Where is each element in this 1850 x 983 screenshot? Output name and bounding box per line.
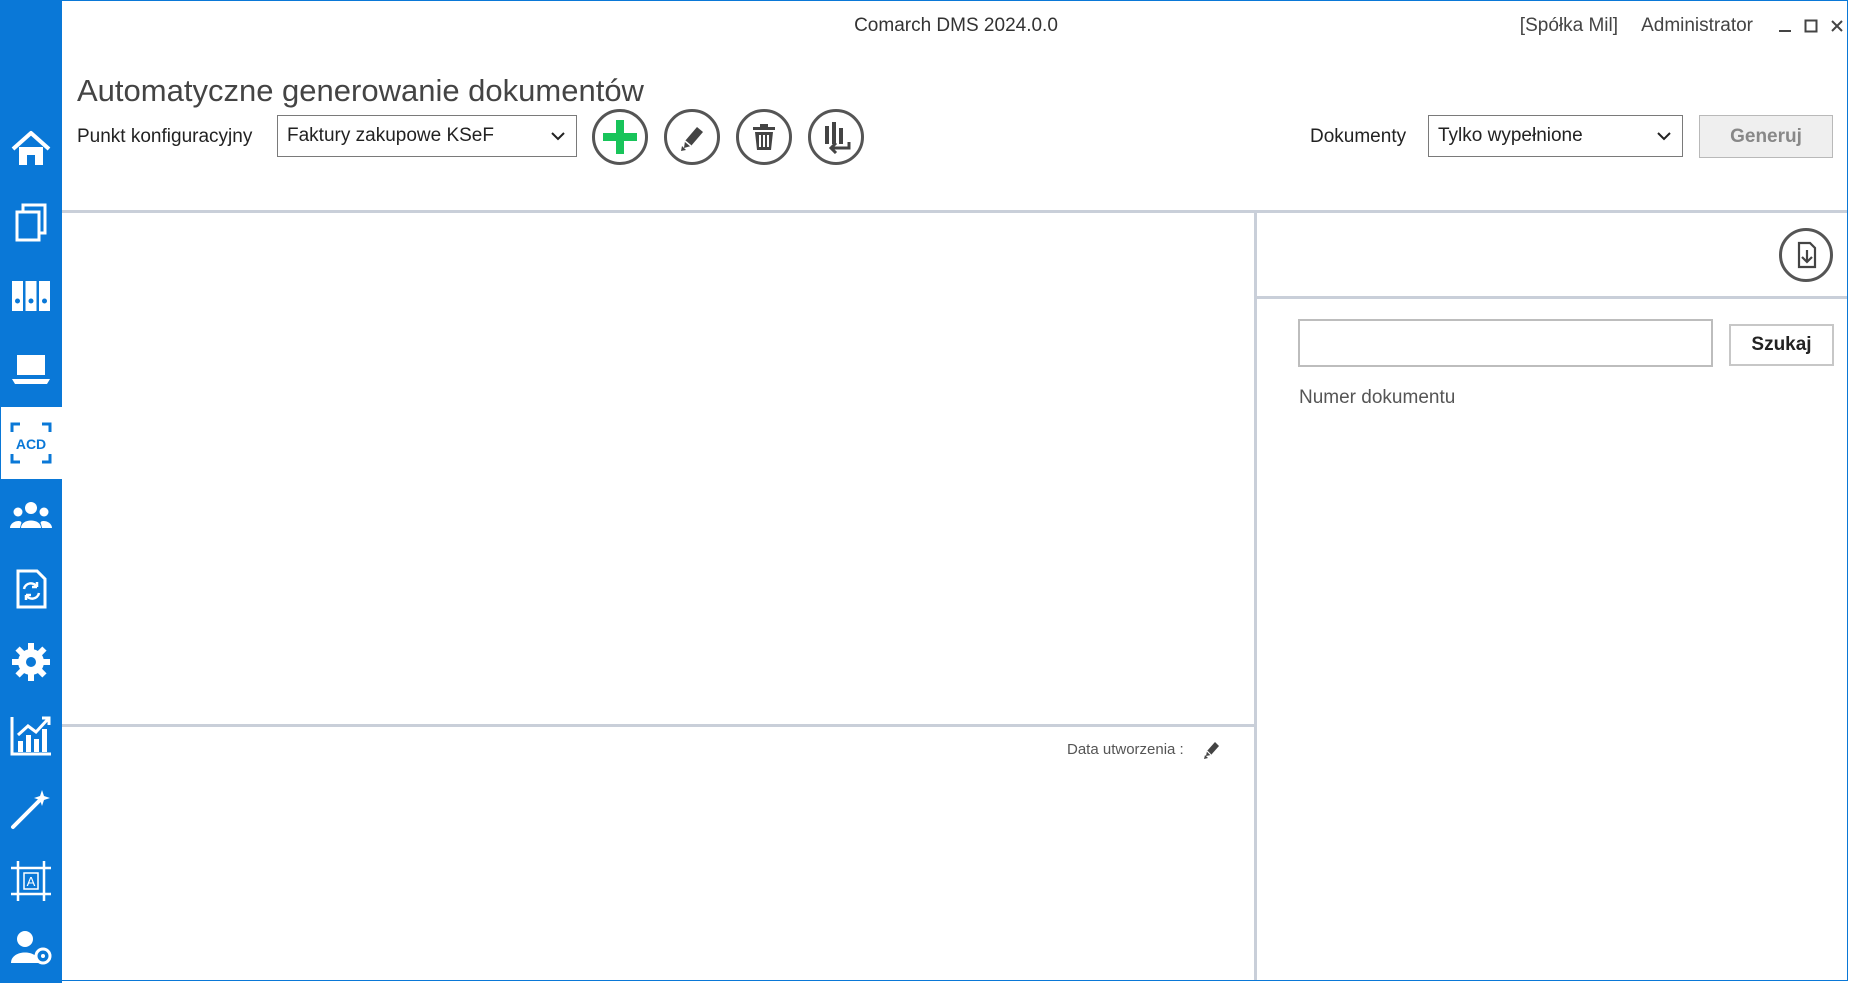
user-settings-icon — [11, 931, 52, 965]
close-button[interactable] — [1827, 16, 1847, 36]
sidebar-item-templates[interactable]: A — [0, 845, 62, 917]
sidebar-item-document-sync[interactable] — [0, 553, 62, 625]
minimize-button[interactable] — [1775, 16, 1795, 36]
gear-icon — [12, 643, 50, 681]
documents-filter-select[interactable]: Tylko wypełnione — [1428, 115, 1683, 157]
sidebar-item-settings[interactable] — [0, 626, 62, 698]
home-icon — [11, 131, 51, 165]
chart-icon — [10, 716, 51, 756]
config-point-select[interactable]: Faktury zakupowe KSeF — [277, 115, 577, 157]
sidebar-item-wizard[interactable] — [0, 772, 62, 844]
page-title: Automatyczne generowanie dokumentów — [77, 72, 644, 108]
config-point-label: Punkt konfiguracyjny — [77, 126, 253, 147]
documents-list-area[interactable] — [62, 213, 1254, 724]
title-bar: Comarch DMS 2024.0.0 [Spółka Mil] Admini… — [62, 0, 1850, 52]
user-name: Administrator — [1641, 15, 1753, 36]
search-input[interactable] — [1298, 319, 1713, 367]
documents-icon — [15, 203, 47, 242]
plus-icon — [603, 120, 637, 154]
bottom-panel-divider — [62, 724, 1254, 727]
add-button[interactable] — [592, 109, 648, 165]
right-panel-divider — [1257, 296, 1848, 299]
acd-icon-text: ACD — [16, 436, 46, 452]
laptop-icon — [12, 355, 50, 384]
sidebar-item-home[interactable] — [0, 113, 62, 185]
close-icon — [1831, 20, 1843, 32]
trash-icon — [753, 124, 775, 150]
import-button[interactable] — [808, 109, 864, 165]
acd-icon: ACD — [10, 422, 52, 464]
chevron-down-icon — [1657, 132, 1671, 141]
maximize-button[interactable] — [1801, 16, 1821, 36]
creation-date-label: Data utworzenia : — [1067, 741, 1184, 758]
sidebar-item-acd[interactable]: ACD — [0, 407, 62, 479]
minimize-icon — [1779, 30, 1791, 32]
sidebar-item-user-settings[interactable] — [0, 911, 62, 983]
panel-divider — [1254, 212, 1257, 981]
documents-label: Dokumenty — [1310, 126, 1407, 147]
sidebar-item-users[interactable] — [0, 480, 62, 552]
document-sync-icon — [16, 569, 47, 609]
pencil-icon — [681, 127, 703, 151]
documents-filter-value: Tylko wypełnione — [1438, 125, 1583, 146]
edit-button[interactable] — [664, 109, 720, 165]
sidebar: ACD A — [0, 0, 62, 983]
sidebar-item-binders[interactable] — [0, 259, 62, 331]
sidebar-item-reports[interactable] — [0, 699, 62, 771]
sidebar-item-laptop[interactable] — [0, 332, 62, 404]
document-download-icon — [1797, 241, 1817, 269]
sidebar-item-documents[interactable] — [0, 186, 62, 258]
delete-button[interactable] — [736, 109, 792, 165]
search-button[interactable]: Szukaj — [1729, 324, 1834, 366]
bars-import-icon — [825, 122, 851, 154]
maximize-icon — [1804, 19, 1818, 33]
generate-button[interactable]: Generuj — [1699, 115, 1833, 158]
magic-wand-icon — [11, 790, 50, 829]
text-frame-icon-text: A — [27, 874, 36, 889]
edit-date-button[interactable] — [1199, 736, 1225, 762]
binders-icon — [12, 281, 50, 311]
text-frame-icon: A — [11, 861, 51, 901]
config-point-value: Faktury zakupowe KSeF — [287, 125, 494, 146]
document-number-header: Numer dokumentu — [1299, 387, 1456, 408]
download-document-button[interactable] — [1779, 228, 1833, 282]
users-icon — [10, 502, 52, 528]
pencil-icon — [1204, 742, 1219, 759]
company-name: [Spółka Mil] — [1519, 15, 1618, 36]
chevron-down-icon — [551, 132, 565, 141]
